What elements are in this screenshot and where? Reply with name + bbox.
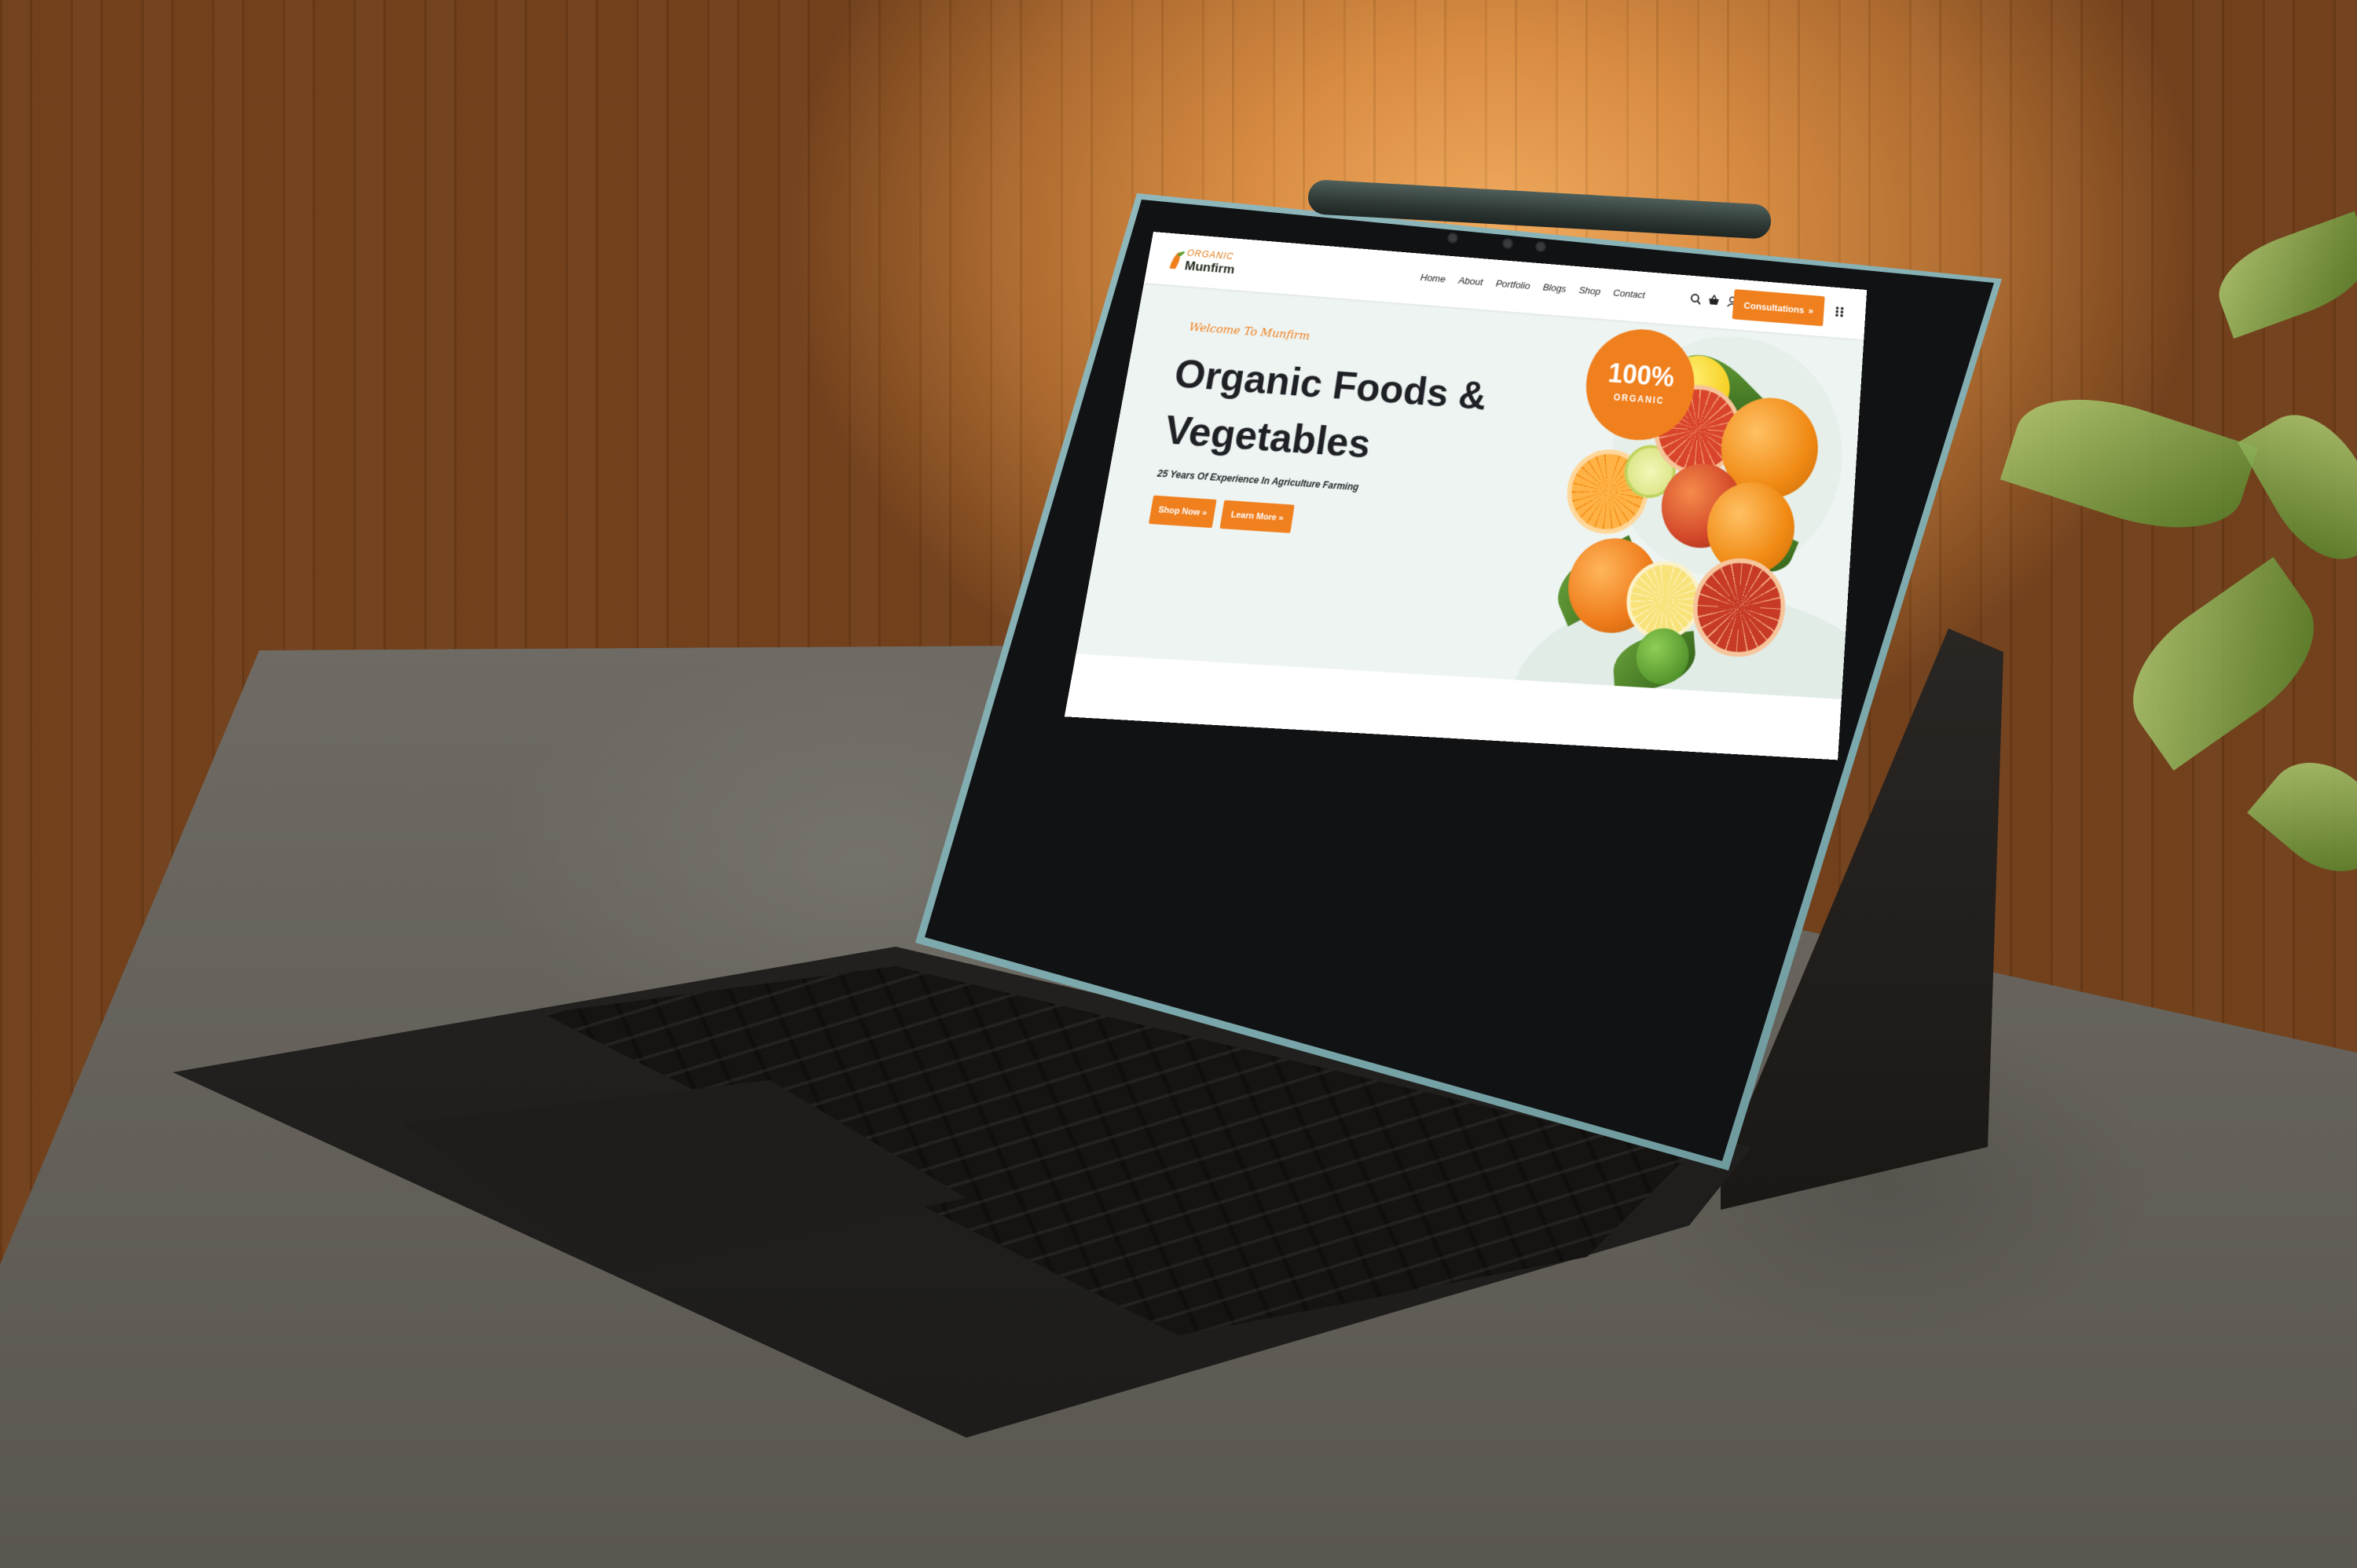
nav-portfolio[interactable]: Portfolio xyxy=(1495,278,1530,291)
hero-subtitle: 25 Years Of Experience In Agriculture Fa… xyxy=(1156,467,1360,493)
sensor-icon xyxy=(1502,238,1513,249)
nav-contact[interactable]: Contact xyxy=(1613,288,1646,301)
basket-icon[interactable] xyxy=(1708,294,1721,306)
consultations-button[interactable]: Consultations » xyxy=(1732,289,1825,327)
camera-icon xyxy=(1447,233,1458,244)
hero-welcome-text: Welcome To Munfirm xyxy=(1188,320,1311,343)
grid-dots-icon[interactable] xyxy=(1834,306,1846,318)
header-icons xyxy=(1689,293,1738,308)
double-chevron-right-icon: » xyxy=(1808,304,1814,316)
website-page: ORGANIC Munfirm Home About Portfolio Blo… xyxy=(1064,232,1868,760)
nav-blogs[interactable]: Blogs xyxy=(1542,281,1567,294)
sensor-icon xyxy=(1535,241,1546,252)
search-icon[interactable] xyxy=(1689,293,1702,306)
consultations-label: Consultations xyxy=(1743,299,1805,316)
nav-home[interactable]: Home xyxy=(1420,272,1446,284)
logo-bottom-text: Munfirm xyxy=(1183,258,1236,277)
site-logo[interactable]: ORGANIC Munfirm xyxy=(1167,244,1261,283)
badge-percentage: 100% xyxy=(1607,357,1676,393)
nav-about[interactable]: About xyxy=(1458,275,1484,288)
logo-leaf-icon xyxy=(1169,251,1186,269)
hero-title: Organic Foods & Vegetables xyxy=(1160,351,1490,467)
tablet-screen: ORGANIC Munfirm Home About Portfolio Blo… xyxy=(1064,232,1868,760)
shop-now-button[interactable]: Shop Now » xyxy=(1148,495,1217,529)
main-menu: Home About Portfolio Blogs Shop Contact xyxy=(1420,272,1645,301)
shop-now-label: Shop Now xyxy=(1157,505,1201,518)
nav-shop[interactable]: Shop xyxy=(1578,284,1601,297)
learn-more-button[interactable]: Learn More » xyxy=(1219,500,1295,533)
learn-more-label: Learn More xyxy=(1230,510,1277,523)
